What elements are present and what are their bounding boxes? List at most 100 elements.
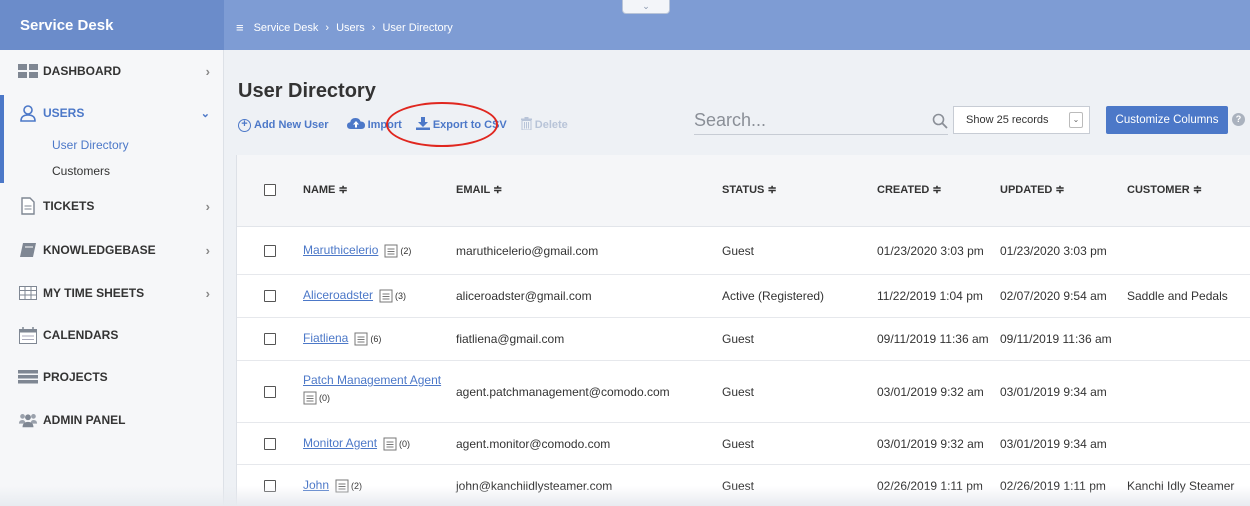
email-cell: maruthicelerio@gmail.com xyxy=(456,244,599,258)
help-icon[interactable]: ? xyxy=(1232,113,1245,126)
ticket-count-badge[interactable]: (2) xyxy=(384,244,411,258)
updated-cell: 02/07/2020 9:54 am xyxy=(1000,289,1107,303)
app-title[interactable]: Service Desk xyxy=(0,0,224,50)
customer-cell: Saddle and Pedals xyxy=(1127,289,1228,303)
breadcrumb-user-directory: User Directory xyxy=(382,21,453,34)
projects-icon xyxy=(18,368,38,386)
created-cell: 11/22/2019 1:04 pm xyxy=(877,289,983,303)
table-row[interactable]: Aliceroadster (3) aliceroadster@gmail.com… xyxy=(237,275,1250,318)
sidebar-item-projects[interactable]: PROJECTS xyxy=(0,361,224,393)
ticket-count-badge[interactable]: (6) xyxy=(354,332,381,346)
chevron-down-icon: ⌄ xyxy=(1069,112,1083,128)
calendar-icon xyxy=(18,326,38,344)
status-cell: Active (Registered) xyxy=(722,289,825,303)
user-name-link[interactable]: Monitor Agent xyxy=(303,436,377,450)
email-cell: aliceroadster@gmail.com xyxy=(456,289,592,303)
sidebar-item-tickets[interactable]: TICKETS › xyxy=(0,190,224,222)
chevron-right-icon: › xyxy=(205,285,210,301)
user-name-link[interactable]: Aliceroadster xyxy=(303,288,373,302)
breadcrumb-users[interactable]: Users xyxy=(336,22,365,34)
chevron-right-icon: › xyxy=(205,198,210,214)
table-row[interactable]: Maruthicelerio (2) maruthicelerio@gmail.c… xyxy=(237,227,1250,275)
email-cell: agent.monitor@comodo.com xyxy=(456,437,611,451)
table-header: NAME ≑ EMAIL ≑ STATUS ≑ CREATED ≑ UPDATE… xyxy=(237,155,1250,227)
records-per-page-value: Show 25 records xyxy=(966,114,1049,126)
sort-icon: ≑ xyxy=(493,184,503,196)
table-row[interactable]: Monitor Agent (0) agent.monitor@comodo.co… xyxy=(237,423,1250,465)
sidebar-item-my-time-sheets[interactable]: MY TIME SHEETS › xyxy=(0,277,224,309)
document-icon xyxy=(383,437,397,451)
row-checkbox[interactable] xyxy=(264,290,276,302)
updated-cell: 01/23/2020 3:03 pm xyxy=(1000,244,1107,258)
sidebar-item-label: KNOWLEDGEBASE xyxy=(43,243,156,257)
ticket-count-badge[interactable]: (0) xyxy=(383,437,410,451)
row-checkbox[interactable] xyxy=(264,245,276,257)
column-header-created[interactable]: CREATED ≑ xyxy=(877,183,942,196)
ticket-count-badge[interactable]: (0) xyxy=(303,391,330,405)
updated-cell: 09/11/2019 11:36 am xyxy=(1000,332,1112,346)
column-header-updated[interactable]: UPDATED ≑ xyxy=(1000,183,1065,196)
row-checkbox[interactable] xyxy=(264,438,276,450)
delete-button[interactable]: Delete xyxy=(520,117,568,133)
column-header-status[interactable]: STATUS ≑ xyxy=(722,183,777,196)
chevron-right-icon: › xyxy=(205,63,210,79)
sidebar-item-label: USERS xyxy=(43,106,85,120)
ticket-icon xyxy=(18,197,38,215)
book-icon xyxy=(18,241,38,259)
sidebar-item-dashboard[interactable]: DASHBOARD › xyxy=(0,55,224,87)
page-title: User Directory xyxy=(238,80,376,102)
sidebar-item-label: TICKETS xyxy=(43,199,95,213)
cloud-upload-icon xyxy=(346,117,365,133)
select-all-checkbox[interactable] xyxy=(264,184,276,196)
collapse-header-icon[interactable]: ⌄ xyxy=(622,0,670,14)
customize-columns-button[interactable]: Customize Columns xyxy=(1106,106,1228,134)
user-name-link[interactable]: Maruthicelerio xyxy=(303,243,378,257)
trash-icon xyxy=(520,117,532,133)
user-name-link[interactable]: Patch Management Agent xyxy=(303,373,441,387)
column-header-email[interactable]: EMAIL ≑ xyxy=(456,183,502,196)
sort-icon: ≑ xyxy=(1055,184,1065,196)
user-table: NAME ≑ EMAIL ≑ STATUS ≑ CREATED ≑ UPDATE… xyxy=(236,155,1250,506)
column-header-customer[interactable]: CUSTOMER ≑ xyxy=(1127,183,1202,196)
table-row[interactable]: Patch Management Agent (0) agent.patchma… xyxy=(237,361,1250,423)
sidebar-item-calendars[interactable]: CALENDARS xyxy=(0,319,224,351)
plus-circle-icon: + xyxy=(238,118,251,132)
document-icon xyxy=(354,332,368,346)
sidebar-item-knowledgebase[interactable]: KNOWLEDGEBASE › xyxy=(0,234,224,266)
breadcrumb-separator-icon: › xyxy=(325,21,330,34)
column-header-name[interactable]: NAME ≑ xyxy=(303,183,348,196)
sidebar: DASHBOARD › USERS ⌄ User Directory Custo… xyxy=(0,50,224,506)
row-checkbox[interactable] xyxy=(264,333,276,345)
row-checkbox[interactable] xyxy=(264,386,276,398)
document-icon xyxy=(303,391,317,405)
search-input[interactable] xyxy=(694,107,918,133)
sidebar-item-label: DASHBOARD xyxy=(43,64,121,78)
sidebar-subitem-customers[interactable]: Customers xyxy=(52,164,110,178)
menu-icon[interactable]: ≡ xyxy=(236,20,244,35)
user-name-link[interactable]: Fiatliena xyxy=(303,331,348,345)
breadcrumb-separator-icon: › xyxy=(371,21,376,34)
ticket-count-badge[interactable]: (3) xyxy=(379,289,406,303)
sidebar-item-label: CALENDARS xyxy=(43,328,119,342)
sidebar-item-admin-panel[interactable]: ADMIN PANEL xyxy=(0,404,224,436)
records-per-page-select[interactable]: Show 25 records ⌄ xyxy=(953,106,1090,134)
document-icon xyxy=(384,244,398,258)
sidebar-item-users[interactable]: USERS ⌄ xyxy=(0,97,224,129)
sidebar-item-label: ADMIN PANEL xyxy=(43,413,126,427)
search-icon[interactable] xyxy=(932,113,948,129)
updated-cell: 03/01/2019 9:34 am xyxy=(1000,437,1107,451)
table-row[interactable]: Fiatliena (6) fiatliena@gmail.com Guest 0… xyxy=(237,318,1250,361)
sidebar-subitem-user-directory[interactable]: User Directory xyxy=(52,138,129,152)
sidebar-item-label: PROJECTS xyxy=(43,370,108,384)
breadcrumb-service-desk[interactable]: Service Desk xyxy=(254,22,319,34)
chevron-right-icon: › xyxy=(205,242,210,258)
document-icon xyxy=(379,289,393,303)
sort-icon: ≑ xyxy=(1192,184,1203,196)
created-cell: 09/11/2019 11:36 am xyxy=(877,332,989,346)
top-bar: Service Desk ≡ Service Desk › Users › Us… xyxy=(0,0,1250,50)
add-user-button[interactable]: + Add New User xyxy=(238,118,329,132)
created-cell: 03/01/2019 9:32 am xyxy=(877,385,984,399)
status-cell: Guest xyxy=(722,332,755,346)
sort-icon: ≑ xyxy=(338,184,348,196)
email-cell: fiatliena@gmail.com xyxy=(456,332,565,346)
